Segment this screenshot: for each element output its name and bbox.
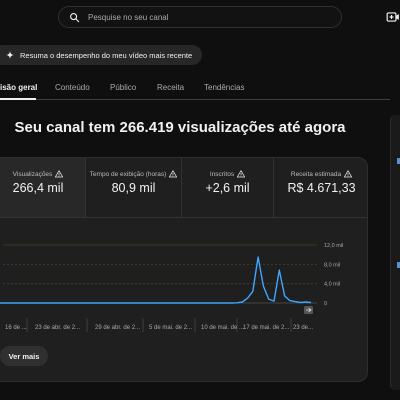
sparkle-icon: [6, 51, 14, 59]
tab-overview[interactable]: isão geral: [0, 83, 37, 92]
chart-y-tick-label: 4,0 mil: [324, 282, 340, 288]
analytics-tabs: isão geral Conteúdo Público Receita Tend…: [0, 78, 390, 100]
chart-x-tick-label: 16 de ...: [5, 325, 27, 331]
search-icon: [70, 12, 80, 22]
views-line-chart: 12,0 mil 8,0 mil 4,0 mil 0 16 de ... 23 de ab…: [0, 243, 343, 332]
chart-x-tick-label: 29 de abr. de 2...: [95, 325, 140, 331]
chart-x-tick-label: 5 de mai. de 2...: [149, 325, 192, 331]
overview-card: Visualizações 266,4 mil Tempo de exibiçã…: [0, 157, 368, 382]
summary-chip-label: Resuma o desempenho do meu vídeo mais re…: [20, 50, 193, 60]
tab-content[interactable]: Conteúdo: [55, 83, 90, 92]
search-bar[interactable]: [58, 6, 342, 28]
chart-y-tick-label: 0: [324, 301, 327, 307]
tab-audience[interactable]: Público: [110, 83, 136, 92]
chart-x-tick-label: 23 de abr. de 2...: [35, 325, 80, 331]
chart-x-tick-label: 10 de mai. de ...: [201, 325, 244, 331]
chart-x-tick-label: 23 de...: [293, 325, 313, 331]
chart-y-tick-label: 12,0 mil: [324, 243, 343, 249]
tab-trends[interactable]: Tendências: [204, 83, 244, 92]
side-panel-edge: [390, 115, 400, 390]
create-video-icon[interactable]: [386, 10, 400, 24]
tab-revenue[interactable]: Receita: [157, 83, 184, 92]
see-more-button[interactable]: Ver mais: [0, 346, 48, 366]
active-tab-indicator: [0, 98, 36, 100]
search-input[interactable]: [88, 12, 308, 22]
chart-x-tick-label: 17 de mai. de 2...: [243, 325, 290, 331]
chart-y-tick-label: 8,0 mil: [324, 262, 340, 268]
channel-views-headline: Seu canal tem 266.419 visualizações até …: [14, 119, 346, 136]
summarize-latest-video-chip[interactable]: Resuma o desempenho do meu vídeo mais re…: [0, 45, 203, 65]
